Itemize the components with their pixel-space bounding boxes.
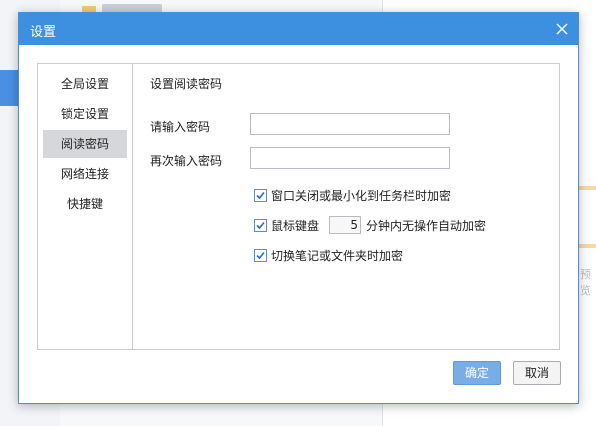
confirm-password-input[interactable] — [250, 147, 450, 169]
settings-panel: 全局设置 锁定设置 阅读密码 网络连接 快捷键 设置阅读密码 请输入密码 再次输… — [37, 63, 560, 350]
confirm-password-label: 再次输入密码 — [150, 154, 223, 168]
option-lock-on-minimize: 窗口关闭或最小化到任务栏时加密 — [254, 187, 451, 203]
dialog-titlebar[interactable]: 设置 — [19, 13, 578, 45]
idle-minutes-spinbox[interactable]: 5 — [329, 216, 362, 234]
settings-nav: 全局设置 锁定设置 阅读密码 网络连接 快捷键 — [38, 64, 133, 349]
cancel-button[interactable]: 取消 — [513, 361, 561, 385]
lock-on-minimize-label: 窗口关闭或最小化到任务栏时加密 — [271, 188, 452, 203]
password-input[interactable] — [250, 113, 450, 135]
lock-on-minimize-checkbox[interactable] — [254, 188, 267, 202]
option-idle-lock: 鼠标键盘 5 分钟内无操作自动加密 — [254, 216, 487, 234]
nav-item-lock-settings[interactable]: 锁定设置 — [43, 100, 127, 128]
password-label: 请输入密码 — [150, 120, 211, 134]
nav-item-network[interactable]: 网络连接 — [43, 160, 127, 188]
checkmark-icon — [256, 191, 265, 199]
background-hint-text: 预览 — [580, 268, 591, 297]
settings-dialog: 设置 全局设置 锁定设置 阅读密码 网络连接 快捷键 设置阅读密码 请输入密码 … — [18, 12, 579, 404]
checkmark-icon — [256, 221, 265, 229]
nav-item-global-settings[interactable]: 全局设置 — [43, 70, 127, 98]
nav-item-reading-password[interactable]: 阅读密码 — [43, 130, 127, 158]
section-title: 设置阅读密码 — [150, 77, 223, 91]
close-icon — [556, 23, 568, 35]
settings-content: 设置阅读密码 请输入密码 再次输入密码 窗口关闭或最小化到任务栏时加密 鼠标键盘… — [133, 64, 559, 349]
close-button[interactable] — [552, 19, 572, 39]
lock-on-switch-label: 切换笔记或文件夹时加密 — [271, 248, 404, 263]
nav-item-shortcuts[interactable]: 快捷键 — [43, 190, 127, 218]
dialog-title: 设置 — [30, 25, 57, 40]
checkmark-icon — [256, 251, 265, 259]
idle-lock-checkbox[interactable] — [254, 218, 267, 232]
option-lock-on-switch: 切换笔记或文件夹时加密 — [254, 247, 403, 263]
ok-button[interactable]: 确定 — [453, 361, 501, 385]
lock-on-switch-checkbox[interactable] — [254, 248, 267, 262]
idle-lock-label-prefix: 鼠标键盘 — [271, 218, 320, 233]
idle-lock-label-suffix: 分钟内无操作自动加密 — [366, 218, 487, 233]
